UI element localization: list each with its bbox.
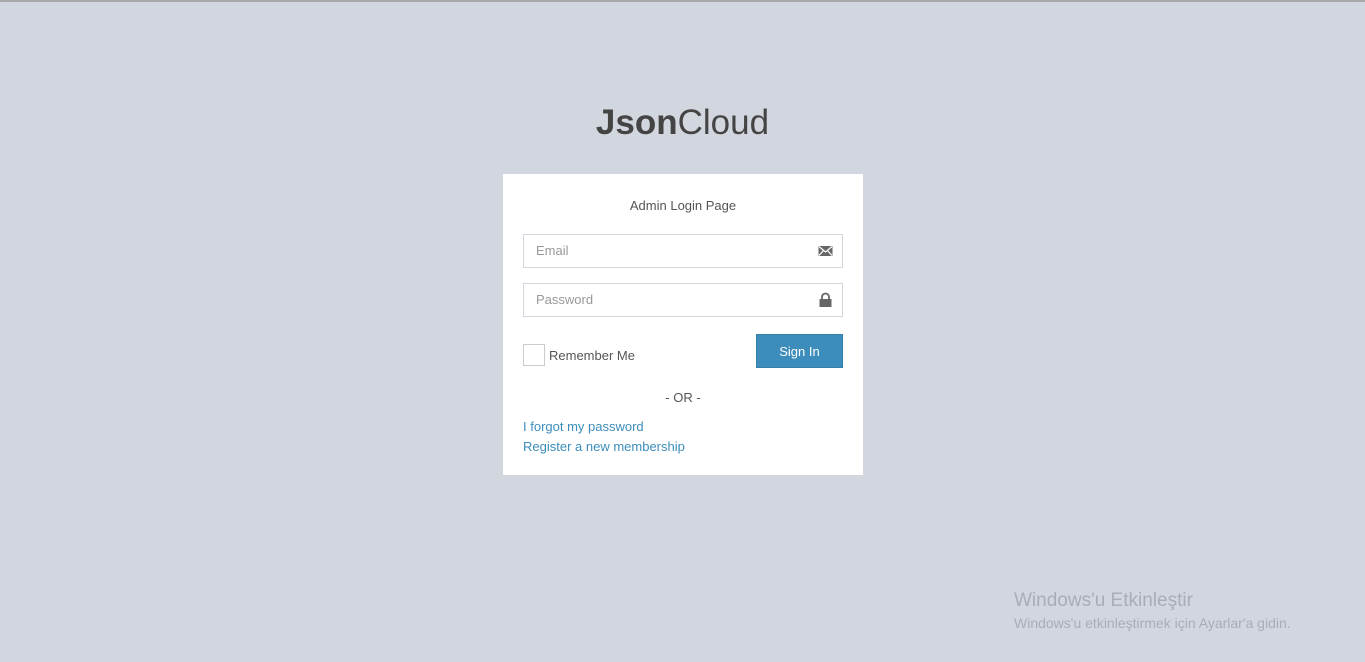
email-field-group	[523, 234, 843, 268]
password-input[interactable]	[524, 284, 818, 314]
envelope-icon	[818, 246, 833, 256]
logo-bold: Json	[595, 103, 678, 142]
remember-me-checkbox[interactable]	[523, 344, 545, 366]
windows-activation-subtitle: Windows'u etkinleştirmek için Ayarlar'a …	[1014, 615, 1291, 631]
app-logo[interactable]: JsonCloud	[0, 103, 1365, 143]
or-divider: - OR -	[665, 390, 701, 405]
register-link[interactable]: Register a new membership	[523, 439, 685, 454]
remember-me-label: Remember Me	[549, 347, 635, 363]
password-field-group	[523, 283, 843, 317]
remember-me[interactable]: Remember Me	[523, 344, 635, 366]
email-input[interactable]	[524, 235, 818, 265]
lock-icon	[819, 292, 832, 307]
forgot-password-link[interactable]: I forgot my password	[523, 419, 644, 434]
logo-light: Cloud	[677, 103, 770, 142]
login-box-message: Admin Login Page	[629, 198, 737, 213]
windows-activation-title: Windows'u Etkinleştir	[1014, 590, 1193, 611]
login-box: Admin Login Page Remember Me Sign In - O…	[503, 174, 863, 475]
sign-in-button[interactable]: Sign In	[756, 334, 843, 368]
